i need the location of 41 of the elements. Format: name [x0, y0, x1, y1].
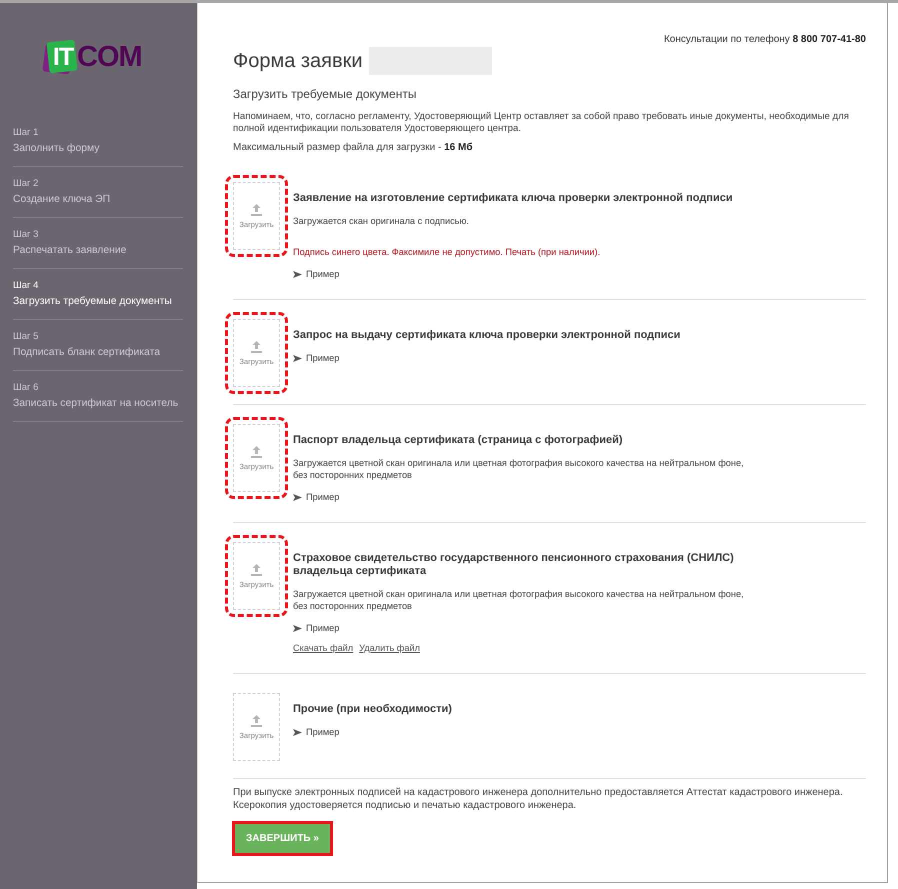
step-item[interactable]: Шаг 2 Создание ключа ЭП [13, 167, 189, 217]
max-size-text: Максимальный размер файла для загрузки - 16 Мб [233, 142, 474, 154]
document-title: Прочие (при необходимости) [293, 703, 452, 716]
upload-icon [251, 714, 262, 726]
example-link[interactable]: Пример [293, 352, 340, 364]
document-description: Загружается цветной скан оригинала или цветная фотография высокого качества на нейтральном фоне, без посторонних предметов [293, 457, 744, 481]
document-description: Загружается скан оригинала с подписью. [293, 215, 469, 227]
document-title: Заявление на изготовление сертификата ключа проверки электронной подписи [293, 192, 733, 205]
file-link[interactable]: Удалить файл [359, 642, 420, 654]
logo-badge: IT [43, 38, 77, 76]
document-description: Загружается цветной скан оригинала или цветная фотография высокого качества на нейтральном фоне, без посторонних предметов [293, 588, 744, 612]
example-link[interactable]: Пример [293, 622, 340, 634]
file-link[interactable]: Скачать файл [293, 642, 354, 654]
arrow-icon [293, 494, 302, 500]
arrow-icon [293, 728, 302, 736]
example-link[interactable]: Пример [293, 726, 340, 738]
warning-note: Подпись синего цвета. Факсимиле не допустимо. Печать (при наличии). [293, 246, 600, 258]
upload-icon [251, 340, 262, 352]
example-link[interactable]: Пример [293, 268, 340, 280]
arrow-icon [293, 624, 302, 632]
step-item[interactable]: Шаг 4 Загрузить требуемые документы [13, 269, 189, 319]
step-item[interactable]: Шаг 5 Подписать бланк сертификата [13, 320, 189, 370]
section-subtitle: Загрузить требуемые документы [233, 87, 418, 101]
step-item[interactable]: Шаг 3 Распечатать заявление [13, 218, 189, 268]
arrow-icon [293, 354, 302, 362]
document-title: Запрос на выдачу сертификата ключа проверки электронной подписи [293, 329, 680, 342]
phone-info: Консультации по телефону 8 800 707-41-80 [662, 34, 866, 46]
example-link[interactable]: Пример [293, 491, 340, 503]
footnote-text: При выпуске электронных подписей на кадастрового инженера дополнительно предоставляется Аттестат кадастрового инженера. Ксерокопия удостоверяется подписью и печатью кадастрового инженера. [233, 787, 844, 812]
document-title: Страховое свидетельство государственного пенсионного страхования (СНИЛС) владельца сертификата [293, 552, 734, 578]
finish-button[interactable]: ЗАВЕРШИТЬ » [235, 824, 330, 853]
notice-text: Напоминаем, что, согласно регламенту, Удостоверяющий Центр оставляет за собой право требовать иные документы, необходимые для полной идентификации пользователя Удостоверяющего центра. [233, 111, 850, 134]
upload-icon [251, 446, 262, 458]
form-title: Форма заявки [233, 49, 363, 74]
arrow-icon [293, 270, 302, 278]
upload-icon [251, 204, 262, 216]
logo-text: COM [77, 40, 142, 74]
step-item[interactable]: Шаг 6 Записать сертификат на носитель [13, 371, 189, 421]
upload-icon [251, 564, 262, 576]
step-item[interactable]: Шаг 1 Заполнить форму [13, 116, 189, 166]
document-title: Паспорт владельца сертификата (страница с фотографией) [293, 434, 623, 447]
